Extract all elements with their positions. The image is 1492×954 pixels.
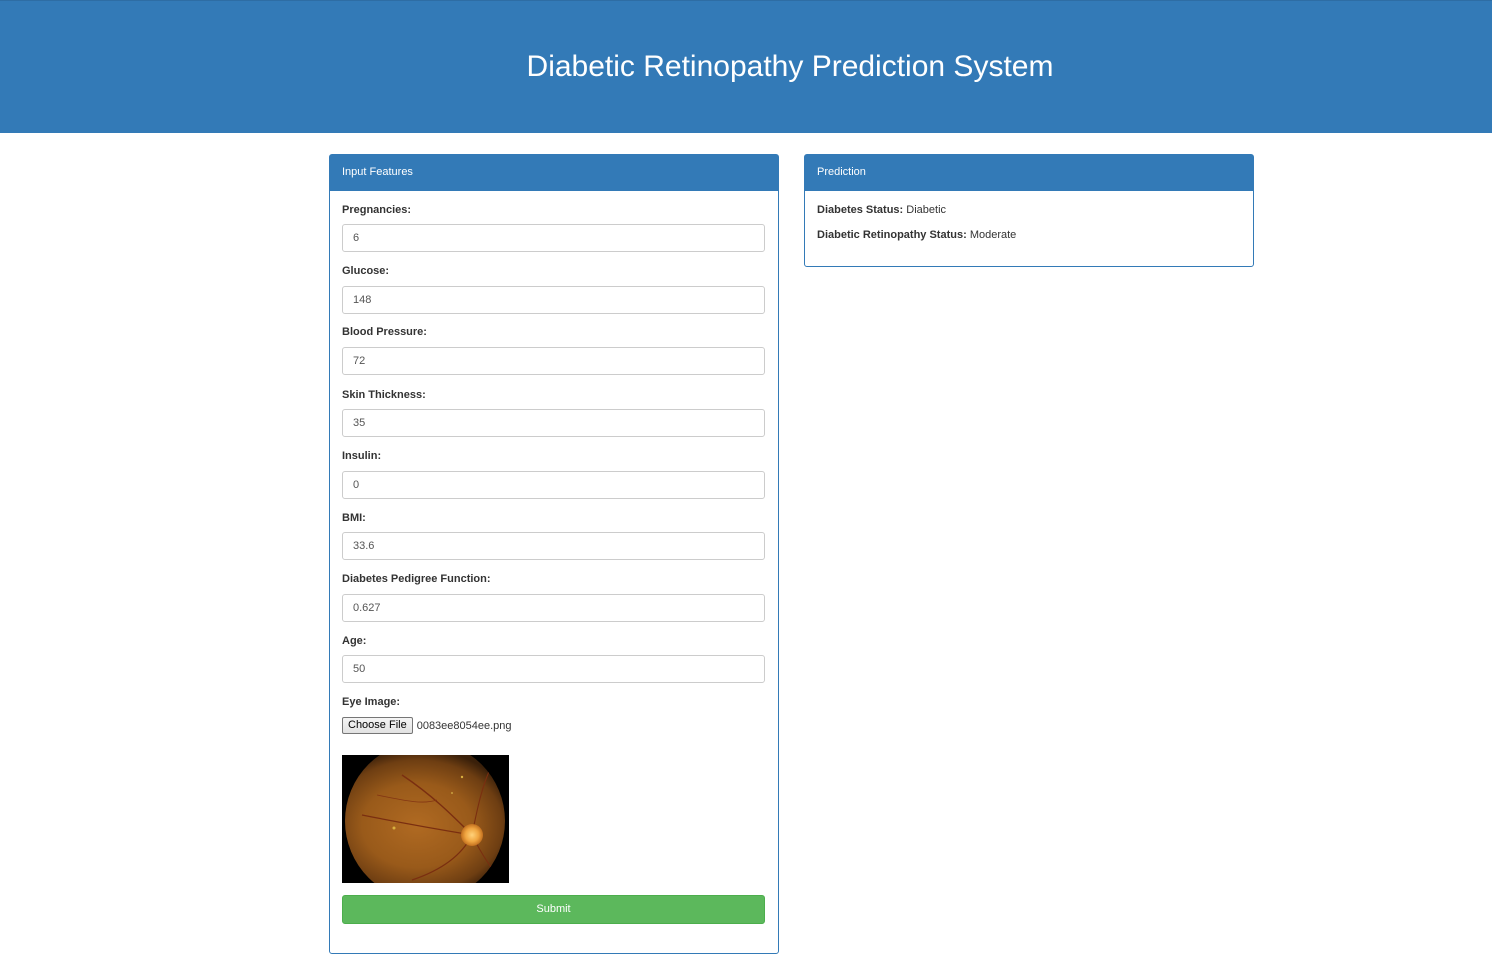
input-features-panel: Input Features Pregnancies: 6 Glucose: 1… — [329, 154, 779, 954]
diabetes-pedigree-label: Diabetes Pedigree Function: — [342, 573, 491, 585]
bmi-input[interactable]: 33.6 — [342, 532, 765, 560]
retina-image-preview — [342, 755, 509, 883]
selected-file-name: 0083ee8054ee.png — [416, 719, 512, 732]
eye-image-label: Eye Image: — [342, 696, 401, 708]
eye-image-file-input[interactable]: Choose File 0083ee8054ee.png — [342, 717, 512, 734]
insulin-input[interactable]: 0 — [342, 471, 765, 499]
retinopathy-status-value: Moderate — [969, 229, 1017, 241]
diabetes-pedigree-input[interactable]: 0.627 — [342, 594, 765, 622]
bmi-label: BMI: — [342, 512, 366, 524]
input-features-heading: Input Features — [330, 155, 778, 191]
retinopathy-status-line: Diabetic Retinopathy Status: Moderate — [817, 229, 1016, 241]
skin-thickness-label: Skin Thickness: — [342, 389, 426, 401]
choose-file-button[interactable]: Choose File — [342, 717, 413, 734]
age-input[interactable]: 50 — [342, 655, 765, 683]
retinopathy-status-label: Diabetic Retinopathy Status: — [817, 229, 967, 241]
page-header: Diabetic Retinopathy Prediction System — [0, 0, 1492, 133]
diabetes-status-line: Diabetes Status: Diabetic — [817, 204, 946, 216]
diabetes-status-value: Diabetic — [906, 204, 947, 216]
submit-button[interactable]: Submit — [342, 895, 765, 924]
glucose-label: Glucose: — [342, 265, 390, 277]
pregnancies-label: Pregnancies: — [342, 204, 412, 216]
prediction-heading: Prediction — [805, 155, 1253, 191]
blood-pressure-label: Blood Pressure: — [342, 326, 427, 338]
skin-thickness-input[interactable]: 35 — [342, 409, 765, 437]
blood-pressure-input[interactable]: 72 — [342, 347, 765, 375]
page-title: Diabetic Retinopathy Prediction System — [526, 50, 1054, 83]
age-label: Age: — [342, 635, 367, 647]
diabetes-status-label: Diabetes Status: — [817, 204, 904, 216]
prediction-panel: Prediction Diabetes Status: Diabetic Dia… — [804, 154, 1254, 267]
pregnancies-input[interactable]: 6 — [342, 224, 765, 252]
glucose-input[interactable]: 148 — [342, 286, 765, 314]
insulin-label: Insulin: — [342, 450, 382, 462]
